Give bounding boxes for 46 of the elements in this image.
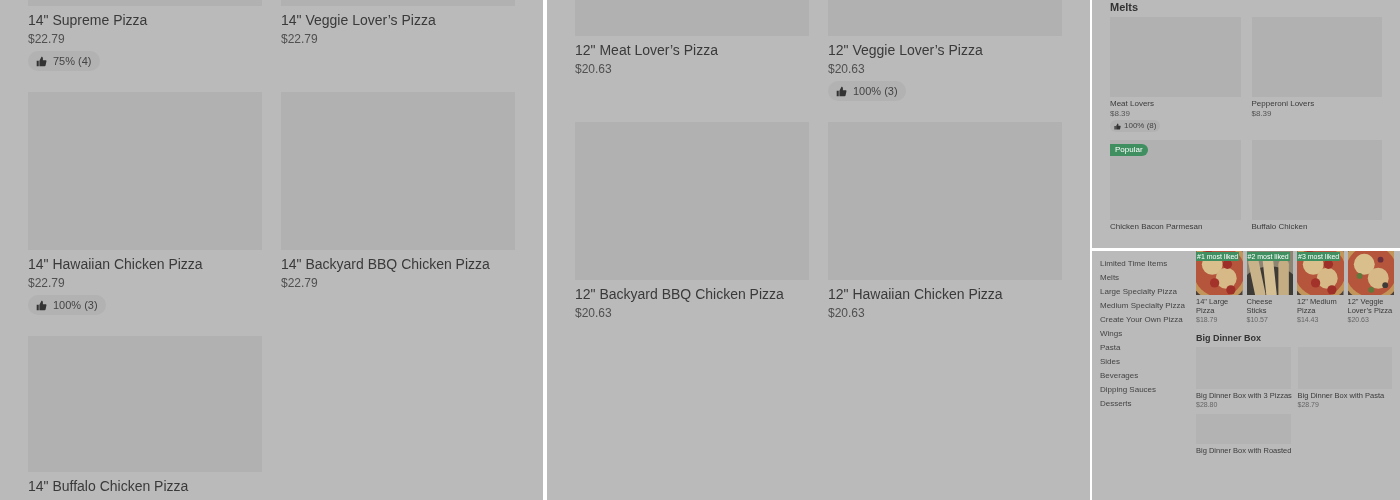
item-price: $22.79 [281, 31, 319, 48]
item-price: $8.39 [1251, 109, 1273, 119]
section-heading: Big Dinner Box [1196, 332, 1262, 344]
category-link[interactable]: Limited Time Items [1100, 257, 1168, 271]
item-name: Meat Lovers [1110, 99, 1156, 109]
category-link[interactable]: Wings [1100, 327, 1123, 341]
popular-badge: Popular [1110, 144, 1148, 156]
category-link[interactable]: Sides [1100, 355, 1120, 369]
item-name: 14" Buffalo Chicken Pizza [28, 477, 190, 496]
item-name: 14" Backyard BBQ Chicken Pizza [281, 255, 491, 274]
category-link[interactable]: Medium Specialty Pizza [1100, 299, 1185, 313]
item-price: $22.79 [28, 275, 66, 292]
item-name: Buffalo Chicken [1251, 222, 1309, 232]
category-link[interactable]: Melts [1100, 271, 1120, 285]
item-price: $22.79 [281, 275, 319, 292]
item-name: 12" Meat Lover’s Pizza [575, 41, 719, 60]
item-name: Pepperoni Lovers [1251, 99, 1316, 109]
category-link[interactable]: Dipping Sauces [1100, 383, 1157, 397]
category-link[interactable]: Desserts [1100, 397, 1132, 411]
item-name: 12" Backyard BBQ Chicken Pizza [575, 285, 785, 304]
thumbs-up-icon [36, 55, 47, 67]
thumbs-up-icon [1114, 122, 1121, 130]
thumbs-up-icon [36, 299, 47, 311]
image-placeholder[interactable]: Popular [1110, 140, 1241, 220]
thumbs-up-icon [836, 85, 847, 97]
item-name: Chicken Bacon Parmesan [1110, 222, 1204, 232]
item-name: 14" Veggie Lover’s Pizza [281, 11, 437, 30]
category-link[interactable]: Create Your Own Pizza [1100, 313, 1183, 327]
item-price: $20.63 [575, 61, 613, 78]
item-price: $20.63 [575, 305, 613, 322]
rating-text: 100% (8) [1124, 120, 1157, 132]
category-link[interactable]: Large Specialty Pizza [1100, 285, 1177, 299]
item-price: $22.79 [28, 31, 66, 48]
item-name: 14" Hawaiian Chicken Pizza [28, 255, 204, 274]
rating-text: 100% (3) [853, 83, 898, 99]
section-heading: Melts [1110, 0, 1140, 14]
item-price: $20.63 [828, 61, 866, 78]
item-name: 12" Hawaiian Chicken Pizza [828, 285, 1004, 304]
rating-text: 100% (3) [53, 297, 98, 313]
category-link[interactable]: Pasta [1100, 341, 1121, 355]
item-name: 12" Veggie Lover’s Pizza [828, 41, 984, 60]
item-price: $8.39 [1110, 109, 1132, 119]
item-name: 14" Supreme Pizza [28, 11, 149, 30]
rating-text: 75% (4) [53, 53, 92, 69]
item-price: $20.63 [828, 305, 866, 322]
category-link[interactable]: Beverages [1100, 369, 1139, 383]
